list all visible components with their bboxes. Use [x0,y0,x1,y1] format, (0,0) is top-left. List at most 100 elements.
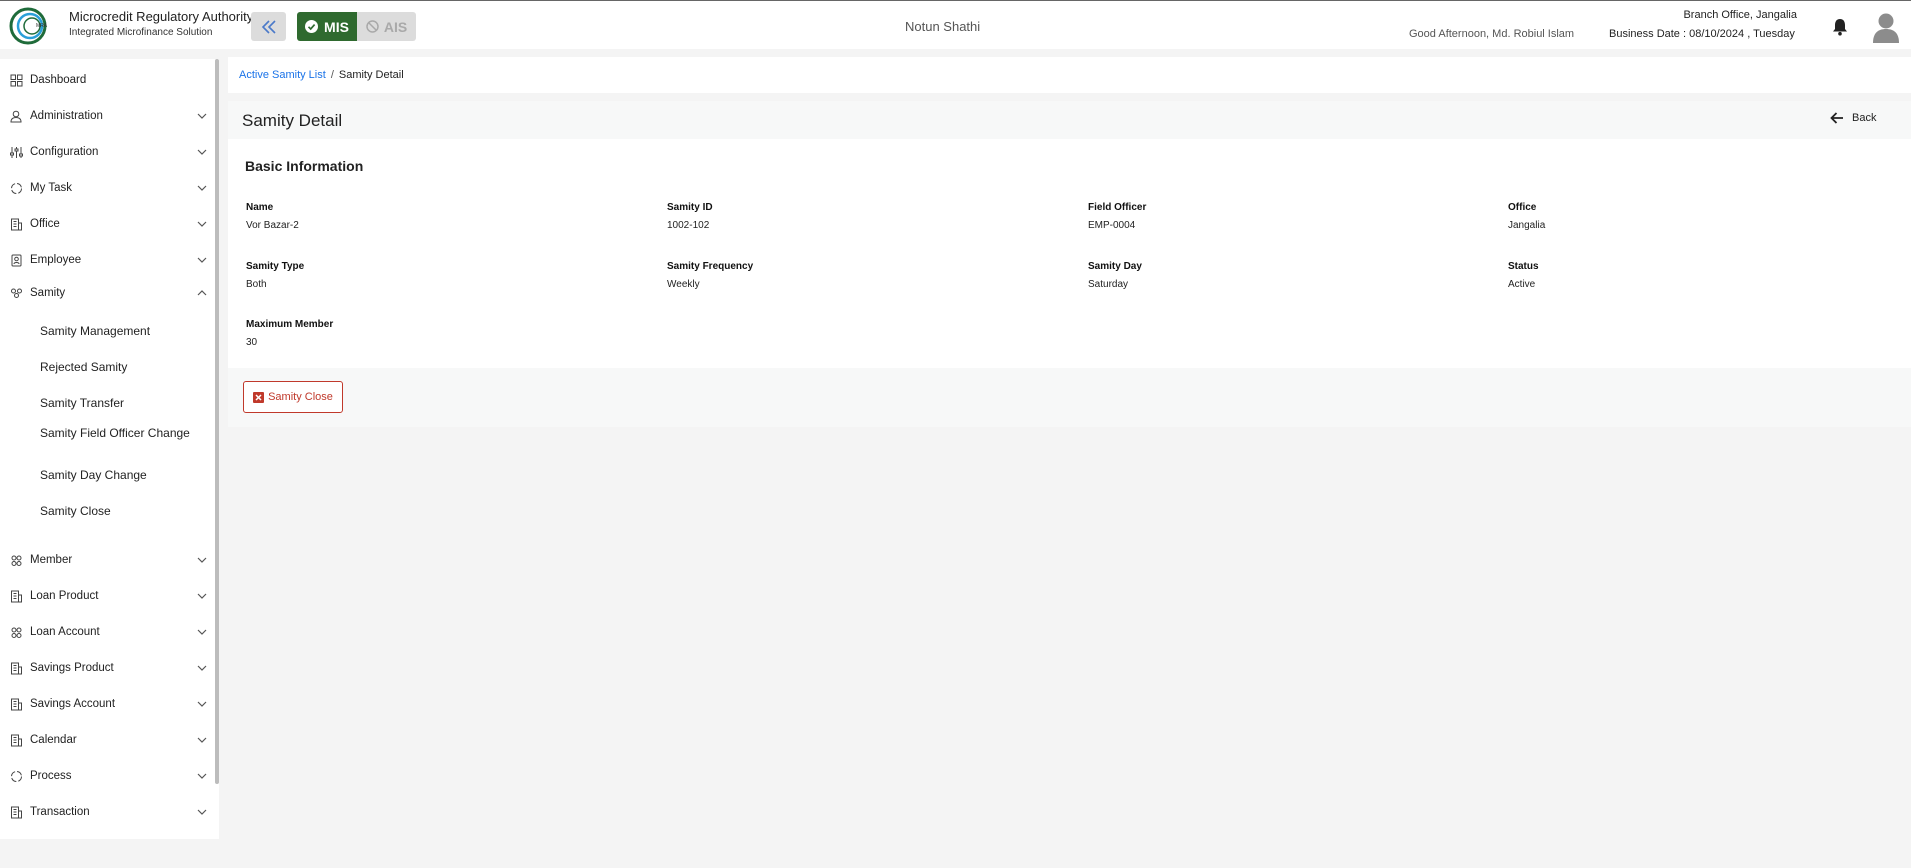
member-icon [11,555,22,566]
sidebar-item-calendar[interactable]: Calendar [0,729,214,751]
mode-switch: MIS AIS [297,12,416,41]
transaction-icon [11,806,22,818]
chevron-up-icon [197,290,207,296]
card-header: Samity Detail Back [228,101,1911,139]
breadcrumb-link-active-samity-list[interactable]: Active Samity List [239,69,326,81]
sidebar-collapse-button[interactable] [251,12,286,41]
notification-bell-icon[interactable] [1832,18,1848,36]
field-value-office: Jangalia [1508,220,1546,231]
sidebar-item-label: Process [30,770,72,782]
sidebar-item-configuration[interactable]: Configuration [0,141,214,163]
sidebar-item-label: Samity [30,287,66,299]
sidebar-subitem-samity-close[interactable]: Samity Close [40,504,190,518]
mis-mode-button[interactable]: MIS [297,12,357,41]
field-value-field-officer: EMP-0004 [1088,220,1136,231]
back-label: Back [1852,112,1877,124]
chevron-down-icon [197,773,207,779]
sidebar-item-my-task[interactable]: My Task [0,177,214,199]
employee-icon [11,254,22,266]
sidebar-item-transaction[interactable]: Transaction [0,801,214,823]
sidebar-item-member[interactable]: Member [0,549,214,571]
arrow-left-icon [1830,112,1843,124]
org-name: Microcredit Regulatory Authority [69,9,254,24]
breadcrumb-separator: / [330,69,334,81]
sidebar-item-dashboard[interactable]: Dashboard [0,69,214,91]
sidebar-item-samity[interactable]: Samity [0,282,214,304]
field-value-name: Vor Bazar-2 [246,220,299,231]
sidebar-item-administration[interactable]: Administration [0,105,214,127]
field-value-maximum-member: 30 [246,337,258,348]
svg-text:MRA: MRA [36,23,48,29]
field-label-samity-day: Samity Day [1088,261,1142,272]
loan-account-icon [11,627,22,638]
sidebar-subitem-samity-management[interactable]: Samity Management [40,324,190,338]
back-button[interactable]: Back [1830,112,1876,124]
field-label-samity-type: Samity Type [246,261,305,272]
field-value-samity-frequency: Weekly [667,279,700,290]
chevron-down-icon [197,629,207,635]
sidebar-subitem-rejected-samity[interactable]: Rejected Samity [40,360,190,374]
field-value-samity-id: 1002-102 [667,220,710,231]
field-label-samity-frequency: Samity Frequency [667,261,754,272]
sidebar-item-label: Calendar [30,734,77,746]
sidebar-item-loan-product[interactable]: Loan Product [0,585,214,607]
sidebar-subitem-samity-field-officer-change[interactable]: Samity Field Officer Change [40,426,190,440]
card-footer [228,368,1911,427]
field-label-name: Name [246,202,274,213]
ban-icon [366,20,379,33]
sidebar-item-label: My Task [30,182,72,194]
sidebar-item-loan-account[interactable]: Loan Account [0,621,214,643]
chevron-down-icon [197,185,207,191]
loan-product-icon [11,590,22,602]
ais-mode-button[interactable]: AIS [357,12,416,41]
savings-account-icon [11,698,22,710]
chevron-down-icon [197,221,207,227]
sidebar-item-process[interactable]: Process [0,765,214,787]
chevron-down-icon [197,593,207,599]
chevron-down-icon [197,665,207,671]
calendar-icon [11,734,22,746]
sidebar-subitem-samity-transfer[interactable]: Samity Transfer [40,396,190,410]
sidebar-item-label: Loan Account [30,626,100,638]
sidebar-scrollbar[interactable] [215,59,219,784]
samity-close-button[interactable]: Samity Close [243,381,343,413]
sidebar-subitem-samity-day-change[interactable]: Samity Day Change [40,468,190,482]
mra-logo: MRA [9,7,48,45]
user-avatar[interactable] [1872,11,1900,43]
close-square-icon [253,391,265,403]
page-title: Samity Detail [242,111,343,130]
sidebar-item-label: Savings Account [30,698,116,710]
field-label-office: Office [1508,202,1537,213]
chevron-down-icon [197,737,207,743]
sidebar-item-employee[interactable]: Employee [0,249,214,271]
task-icon [11,182,22,194]
sidebar-item-label: Transaction [30,806,90,818]
sidebar-item-label: Member [30,554,73,566]
samity-close-label: Samity Close [268,391,333,403]
field-value-status: Active [1508,279,1536,290]
admin-icon [10,110,22,122]
user-greeting: Good Afternoon, Md. Robiul Islam [1409,28,1575,40]
chevron-down-icon [197,701,207,707]
sidebar-item-savings-product[interactable]: Savings Product [0,657,214,679]
ais-label: AIS [383,18,408,35]
top-header: MRA Microcredit Regulatory Authority Int… [0,0,1911,49]
sidebar-item-office[interactable]: Office [0,213,214,235]
chevron-down-icon [197,809,207,815]
field-label-status: Status [1508,261,1539,272]
samity-icon [11,288,22,298]
config-icon [10,146,23,158]
sidebar-item-savings-account[interactable]: Savings Account [0,693,214,715]
field-value-samity-day: Saturday [1088,279,1129,290]
process-icon [11,770,22,782]
sidebar-item-label: Loan Product [30,590,99,602]
breadcrumb-current: Samity Detail [338,69,404,81]
branch-office: Branch Office, Jangalia [1683,9,1797,21]
field-label-maximum-member: Maximum Member [246,319,334,330]
sidebar-item-label: Employee [30,254,82,266]
office-icon [11,218,22,230]
business-date: Business Date : 08/10/2024 , Tuesday [1609,28,1795,40]
breadcrumb: Active Samity List / Samity Detail [228,57,1911,93]
chevron-down-icon [197,113,207,119]
field-label-samity-id: Samity ID [667,202,713,213]
